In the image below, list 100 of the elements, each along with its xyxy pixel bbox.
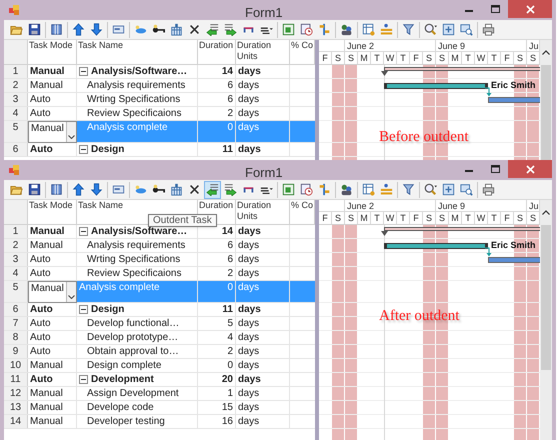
zoom-out-icon[interactable] <box>460 183 473 196</box>
collapse-icon[interactable] <box>79 67 88 76</box>
columns-icon[interactable] <box>50 183 63 196</box>
zoom-icon[interactable] <box>424 183 437 196</box>
save-icon[interactable] <box>28 23 41 36</box>
column-header[interactable]: Duration <box>198 40 236 64</box>
collapse-icon[interactable] <box>79 227 88 236</box>
table-cell: days <box>236 107 290 120</box>
day-label: W <box>384 52 397 64</box>
save-icon[interactable] <box>28 183 41 196</box>
split-icon[interactable] <box>318 23 331 36</box>
people-icon[interactable] <box>340 23 353 36</box>
column-header[interactable]: Task Mode <box>28 40 77 64</box>
table-cell: days <box>236 345 290 358</box>
collapse-icon[interactable] <box>79 145 88 154</box>
scroll-up-icon[interactable] <box>542 210 550 215</box>
column-header[interactable]: Duration Units <box>236 40 290 64</box>
column-header[interactable]: Task Name <box>77 40 198 64</box>
day-label: W <box>475 52 488 64</box>
day-label: W <box>384 212 397 224</box>
task-name: Assign Development <box>87 387 179 400</box>
table-cell: 15 <box>198 401 236 414</box>
table-cell: 20 <box>198 373 236 386</box>
task-name: Analysis complete <box>79 281 160 294</box>
task-name: Analysis/Software… <box>91 65 188 78</box>
day-label: T <box>397 212 410 224</box>
day-label: S <box>514 52 527 64</box>
row-number: 11 <box>4 373 28 386</box>
day-label: M <box>449 212 462 224</box>
spreadsheet-icon[interactable] <box>282 23 295 36</box>
collapse-icon[interactable] <box>79 375 88 384</box>
x-icon[interactable] <box>188 183 201 196</box>
row-number: 13 <box>4 401 28 414</box>
level-icon[interactable] <box>380 183 393 196</box>
tag-icon[interactable] <box>134 183 147 196</box>
up-arrow-icon[interactable] <box>72 183 85 196</box>
table-cell: days <box>236 253 290 266</box>
printer-icon[interactable] <box>482 23 495 36</box>
close-button[interactable] <box>508 0 552 18</box>
day-label: S <box>436 212 449 224</box>
table-cell: 2 <box>198 107 236 120</box>
app-icon <box>8 164 20 176</box>
column-header[interactable]: Task Mode <box>28 200 77 224</box>
calendar-icon[interactable] <box>170 183 183 196</box>
folder-icon[interactable] <box>10 23 23 36</box>
close-icon <box>526 4 534 14</box>
zoom-out-icon[interactable] <box>460 23 473 36</box>
clock-icon[interactable] <box>300 23 313 36</box>
table-cell: days <box>236 359 290 372</box>
table-cell: days <box>236 415 290 428</box>
scrollbar-thumb[interactable] <box>541 65 551 160</box>
table-cell: 6 <box>198 253 236 266</box>
scrollbar-thumb[interactable] <box>541 225 551 370</box>
tag-icon[interactable] <box>134 23 147 36</box>
table-cell-text: Manual <box>29 359 64 372</box>
zoom-icon[interactable] <box>424 23 437 36</box>
day-label: F <box>410 212 423 224</box>
task-name: Wrting Specifications <box>87 253 180 266</box>
dropdown-field[interactable]: Manual <box>28 281 77 303</box>
folder-icon[interactable] <box>10 183 23 196</box>
columns-icon[interactable] <box>50 23 63 36</box>
filter-icon[interactable] <box>402 23 415 36</box>
x-icon[interactable] <box>188 23 201 36</box>
row-number: 4 <box>4 267 28 280</box>
clock-icon[interactable] <box>300 183 313 196</box>
window-icon[interactable] <box>112 183 125 196</box>
calendar-icon[interactable] <box>170 23 183 36</box>
table-cell: 11 <box>198 143 236 156</box>
column-header[interactable]: Duration Units <box>236 200 290 224</box>
day-label: T <box>371 52 384 64</box>
task-name: Develope code <box>87 401 154 414</box>
filter-icon[interactable] <box>402 183 415 196</box>
indent-icon[interactable] <box>224 23 237 36</box>
level-icon[interactable] <box>380 23 393 36</box>
table-icon[interactable] <box>362 183 375 196</box>
spreadsheet-icon[interactable] <box>282 183 295 196</box>
tooltip: Outdent Task <box>148 214 217 227</box>
fit-icon[interactable] <box>442 183 455 196</box>
close-button[interactable] <box>508 160 552 178</box>
scroll-up-icon[interactable] <box>542 50 550 55</box>
fit-icon[interactable] <box>442 23 455 36</box>
window-icon[interactable] <box>112 23 125 36</box>
split-icon[interactable] <box>318 183 331 196</box>
day-label: F <box>501 212 514 224</box>
outdent-icon[interactable] <box>206 23 219 36</box>
outdent-button[interactable] <box>204 180 221 198</box>
row-number: 12 <box>4 387 28 400</box>
down-arrow-icon[interactable] <box>90 183 103 196</box>
indent-icon[interactable] <box>224 183 237 196</box>
scrollbar-track[interactable] <box>540 200 552 440</box>
dropdown-field[interactable]: Manual <box>28 121 77 143</box>
scrollbar-track[interactable] <box>540 40 552 160</box>
table-cell: days <box>236 121 290 142</box>
up-arrow-icon[interactable] <box>72 23 85 36</box>
people-icon[interactable] <box>340 183 353 196</box>
down-arrow-icon[interactable] <box>90 23 103 36</box>
collapse-icon[interactable] <box>79 305 88 314</box>
day-label: F <box>319 52 332 64</box>
table-icon[interactable] <box>362 23 375 36</box>
printer-icon[interactable] <box>482 183 495 196</box>
